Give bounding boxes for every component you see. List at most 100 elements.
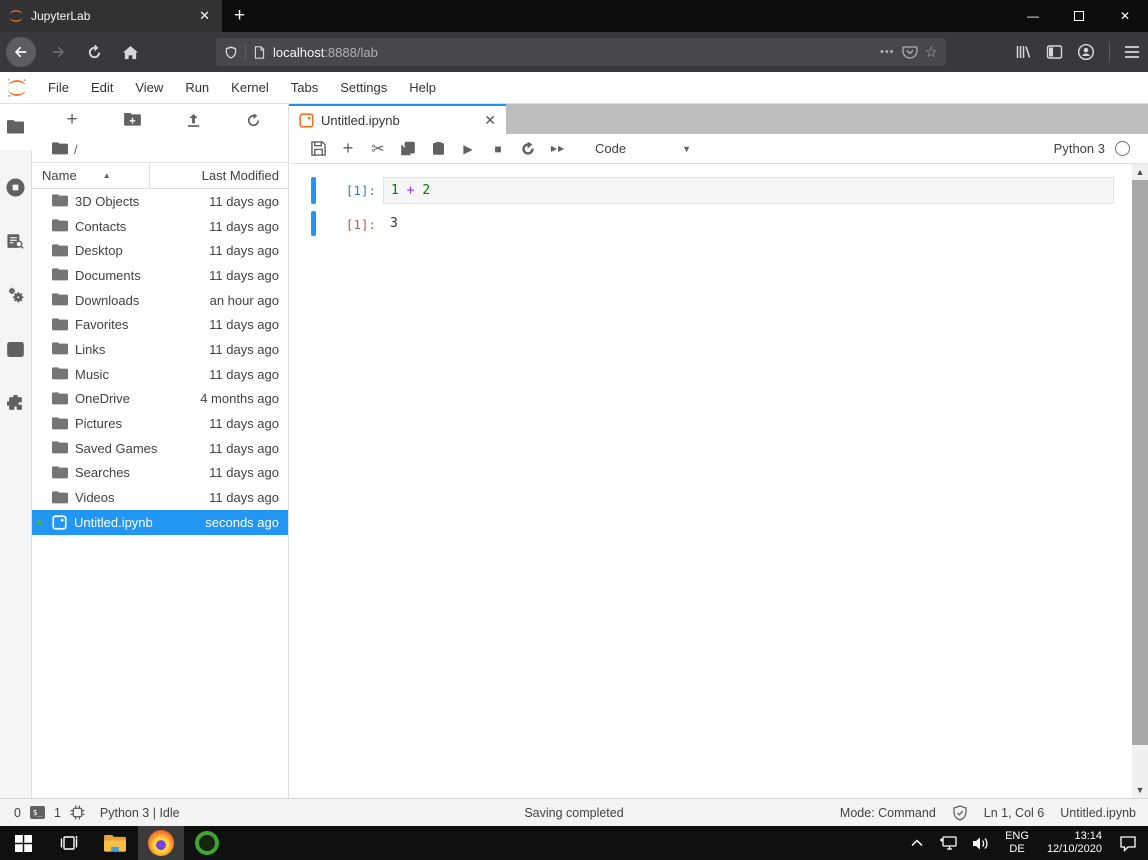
paste-cells-button[interactable] [423, 137, 453, 161]
language-indicator[interactable]: ENG DE [999, 830, 1035, 856]
cell-type-select[interactable]: Code ▼ [589, 139, 697, 158]
file-row-links[interactable]: Links11 days ago [32, 337, 288, 362]
add-cell-button[interactable]: + [333, 137, 363, 161]
kernel-name[interactable]: Python 3 [1054, 141, 1105, 156]
library-icon[interactable] [1015, 44, 1032, 60]
folder-icon [52, 465, 68, 481]
run-button[interactable]: ▶ [453, 137, 483, 161]
account-icon[interactable] [1077, 43, 1095, 61]
clock[interactable]: 13:14 12/10/2020 [1039, 830, 1110, 856]
start-button[interactable] [0, 826, 46, 860]
notebook-mode[interactable]: Mode: Command [840, 806, 936, 820]
column-header-modified[interactable]: Last Modified [150, 168, 288, 183]
page-actions-icon[interactable]: ••• [880, 46, 895, 58]
file-name: Searches [75, 465, 130, 480]
copy-cells-button[interactable] [393, 137, 423, 161]
refresh-button[interactable] [242, 108, 266, 132]
code-cell-input[interactable]: [1]: 1 + 2 [289, 177, 1132, 204]
tray-expand-icon[interactable] [903, 826, 931, 860]
green-app-button[interactable] [184, 826, 230, 860]
tracking-shield-icon[interactable] [224, 45, 238, 60]
task-view-button[interactable] [46, 826, 92, 860]
file-row-documents[interactable]: Documents11 days ago [32, 263, 288, 288]
minimize-button[interactable]: — [1010, 0, 1056, 32]
restart-kernel-button[interactable] [513, 137, 543, 161]
breadcrumb[interactable]: / [32, 136, 288, 162]
new-launcher-button[interactable]: + [60, 108, 84, 132]
sidebar-item-extension-manager[interactable] [0, 380, 32, 426]
action-center-icon[interactable] [1114, 826, 1142, 860]
scroll-up-icon[interactable]: ▲ [1132, 164, 1148, 180]
network-icon[interactable] [935, 826, 963, 860]
file-row-untitled-ipynb[interactable]: Untitled.ipynb seconds ago [32, 510, 288, 535]
menu-settings[interactable]: Settings [329, 72, 398, 103]
notebook-scrollbar[interactable]: ▲ ▼ [1132, 164, 1148, 798]
upload-button[interactable] [181, 108, 205, 132]
file-row-contacts[interactable]: Contacts11 days ago [32, 214, 288, 239]
sidebar-item-property-inspector[interactable] [0, 272, 32, 318]
file-row-onedrive[interactable]: OneDrive4 months ago [32, 387, 288, 412]
menu-kernel[interactable]: Kernel [220, 72, 280, 103]
menu-tabs[interactable]: Tabs [280, 72, 329, 103]
tab-close-icon[interactable]: ✕ [484, 112, 496, 129]
save-button[interactable] [303, 137, 333, 161]
windows-taskbar: ENG DE 13:14 12/10/2020 [0, 826, 1148, 860]
statusbar-filename[interactable]: Untitled.ipynb [1060, 806, 1136, 820]
tab-close-icon[interactable]: ✕ [195, 6, 214, 26]
notebook-content[interactable]: [1]: 1 + 2 [1]: 3 ▲ ▼ [289, 164, 1148, 798]
back-button[interactable] [6, 37, 36, 67]
pocket-icon[interactable] [902, 44, 918, 60]
sidebar-icon[interactable] [1046, 44, 1063, 60]
clock-time: 13:14 [1047, 830, 1102, 843]
home-button[interactable] [116, 38, 144, 66]
tab-untitled-ipynb[interactable]: Untitled.ipynb ✕ [289, 104, 506, 134]
file-row-downloads[interactable]: Downloadsan hour ago [32, 288, 288, 313]
file-name: Favorites [75, 317, 128, 332]
screen: JupyterLab ✕ + — ✕ localhost:8888/lab •• [0, 0, 1148, 860]
code-editor[interactable]: 1 + 2 [383, 177, 1114, 204]
menu-run[interactable]: Run [174, 72, 220, 103]
cut-cells-button[interactable]: ✂ [363, 137, 393, 161]
file-explorer-button[interactable] [92, 826, 138, 860]
kernel-status-icon[interactable] [1115, 141, 1130, 156]
file-row-music[interactable]: Music11 days ago [32, 362, 288, 387]
new-folder-button[interactable] [121, 108, 145, 132]
new-tab-button[interactable]: + [222, 0, 257, 32]
sidebar-item-running-sessions[interactable] [0, 164, 32, 210]
restore-button[interactable] [1056, 0, 1102, 32]
breadcrumb-root[interactable]: / [74, 142, 78, 157]
run-all-button[interactable]: ▶▶ [543, 137, 573, 161]
close-button[interactable]: ✕ [1102, 0, 1148, 32]
forward-button[interactable] [44, 38, 72, 66]
column-header-name[interactable]: Name ▲ [32, 163, 150, 188]
bookmark-star-icon[interactable]: ☆ [925, 43, 938, 61]
file-row-videos[interactable]: Videos11 days ago [32, 485, 288, 510]
menu-hamburger-icon[interactable] [1124, 45, 1140, 59]
file-row-saved-games[interactable]: Saved Games11 days ago [32, 436, 288, 461]
file-row-desktop[interactable]: Desktop11 days ago [32, 238, 288, 263]
firefox-taskbar-button[interactable] [138, 826, 184, 860]
cursor-position[interactable]: Ln 1, Col 6 [984, 806, 1044, 820]
sidebar-item-file-browser[interactable] [0, 104, 32, 150]
menu-file[interactable]: File [37, 72, 80, 103]
menu-help[interactable]: Help [398, 72, 447, 103]
notebook-toolbar: + ✂ ▶ ■ ▶▶ Code ▼ Python [289, 134, 1148, 164]
volume-icon[interactable] [967, 826, 995, 860]
file-row-searches[interactable]: Searches11 days ago [32, 461, 288, 486]
browser-tab[interactable]: JupyterLab ✕ [0, 0, 222, 32]
file-modified: seconds ago [205, 515, 279, 530]
sidebar-item-open-tabs[interactable] [0, 326, 32, 372]
menu-view[interactable]: View [124, 72, 174, 103]
url-text[interactable]: localhost:8888/lab [273, 45, 873, 60]
file-row-pictures[interactable]: Pictures11 days ago [32, 411, 288, 436]
scrollbar-thumb[interactable] [1132, 180, 1148, 745]
scroll-down-icon[interactable]: ▼ [1132, 782, 1148, 798]
file-row-3d-objects[interactable]: 3D Objects11 days ago [32, 189, 288, 214]
interrupt-kernel-button[interactable]: ■ [483, 137, 513, 161]
sidebar-item-command-palette[interactable] [0, 218, 32, 264]
code-cell-output[interactable]: [1]: 3 [289, 211, 1132, 236]
url-bar[interactable]: localhost:8888/lab ••• ☆ [216, 38, 946, 66]
menu-edit[interactable]: Edit [80, 72, 124, 103]
file-row-favorites[interactable]: Favorites11 days ago [32, 312, 288, 337]
reload-button[interactable] [80, 38, 108, 66]
